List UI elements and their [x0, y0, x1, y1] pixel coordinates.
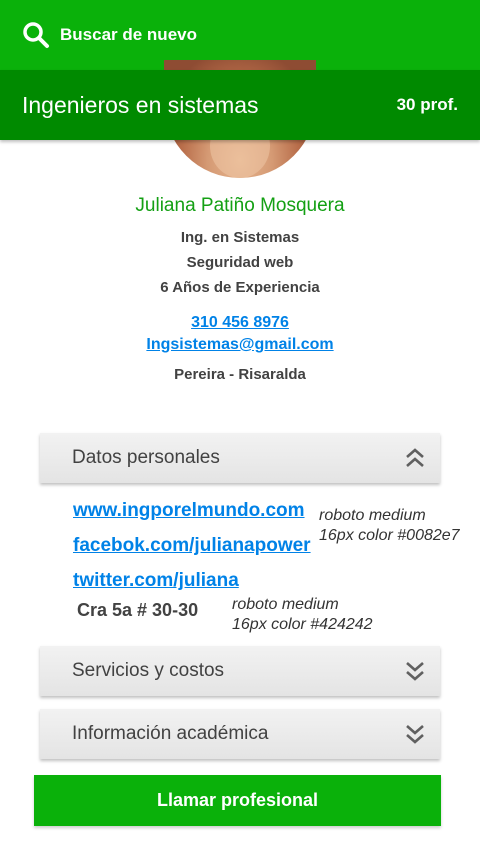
professional-count: 30 prof.: [396, 95, 458, 114]
address-text: Cra 5a # 30-30: [77, 600, 199, 620]
links-note-line1: roboto medium: [319, 507, 426, 524]
search-icon: [23, 22, 49, 48]
chevron-double-up-icon[interactable]: [404, 446, 426, 470]
address-note-line1: roboto medium: [232, 596, 339, 613]
section-personal-data[interactable]: Datos personales: [40, 433, 440, 483]
search-label: Buscar de nuevo: [60, 25, 197, 44]
category-header: Ingenieros en sistemas 30 prof.: [0, 70, 480, 140]
section-academic-label: Información académica: [72, 723, 269, 744]
facebook-link[interactable]: facebok.com/julianapower: [73, 532, 311, 567]
address-font-note: roboto medium 16px color #424242: [232, 595, 373, 635]
section-personal-label: Datos personales: [72, 447, 220, 468]
profile-profession: Ing. en Sistemas: [180, 229, 300, 246]
profile-location: Pereira - Risaralda: [174, 366, 306, 383]
profile-name: Juliana Patiño Mosquera: [135, 195, 345, 216]
section-academic[interactable]: Información académica: [40, 709, 440, 759]
section-services-label: Servicios y costos: [72, 660, 225, 681]
website-link[interactable]: www.ingporelmundo.com: [73, 497, 311, 532]
chevron-double-down-icon[interactable]: [404, 659, 426, 683]
chevron-double-down-icon[interactable]: [404, 722, 426, 746]
category-title: Ingenieros en sistemas: [22, 91, 259, 118]
profile-experience: 6 Años de Experiencia: [160, 279, 320, 296]
address-note-line2: 16px color #424242: [232, 616, 373, 633]
section-services[interactable]: Servicios y costos: [40, 646, 440, 696]
personal-links: www.ingporelmundo.com facebok.com/julian…: [73, 497, 311, 602]
links-font-note: roboto medium 16px color #0082e7: [319, 506, 460, 546]
call-professional-button[interactable]: Llamar profesional: [34, 775, 441, 826]
links-note-line2: 16px color #0082e7: [319, 527, 460, 544]
profile-info: Juliana Patiño Mosquera Ing. en Sistemas…: [0, 195, 480, 390]
profile-specialty: Seguridad web: [186, 254, 294, 271]
email-link[interactable]: Ingsistemas@gmail.com: [146, 330, 333, 360]
